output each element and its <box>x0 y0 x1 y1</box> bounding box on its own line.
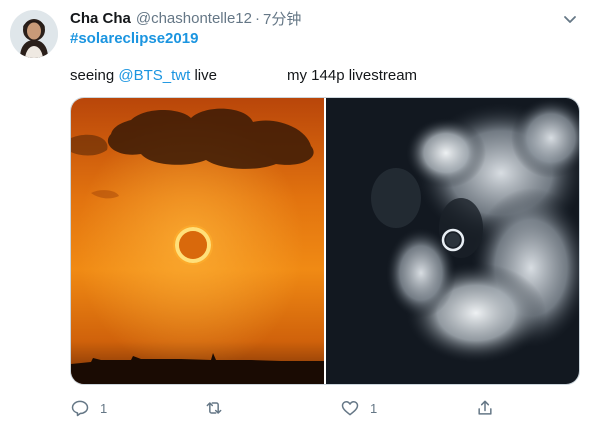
media-grid <box>70 97 580 385</box>
display-name[interactable]: Cha Cha <box>70 10 131 27</box>
heart-icon <box>341 401 359 416</box>
caption-left: seeing @BTS_twt live <box>70 67 217 84</box>
reply-button[interactable]: 1 <box>70 398 107 418</box>
tweet-card: Cha Cha @chashontelle12 · 7分钟 #solarecli… <box>0 0 597 428</box>
retweet-button[interactable] <box>204 398 224 418</box>
share-icon <box>478 400 492 415</box>
avatar[interactable] <box>10 10 58 58</box>
tweet-header: Cha Cha @chashontelle12 · 7分钟 <box>70 8 301 28</box>
hashtag-link[interactable]: #solareclipse2019 <box>70 30 198 47</box>
reply-icon <box>71 400 89 417</box>
retweet-icon <box>206 402 222 414</box>
like-button[interactable]: 1 <box>340 398 377 418</box>
caption-left-suffix: live <box>190 67 217 84</box>
like-count: 1 <box>370 400 378 416</box>
chevron-down-icon[interactable] <box>563 12 577 23</box>
avatar-image <box>10 10 58 58</box>
caption-right: my 144p livestream <box>287 67 418 84</box>
photo-eclipse-sunset[interactable] <box>71 98 324 384</box>
timestamp[interactable]: 7分钟 <box>263 8 301 29</box>
share-button[interactable] <box>475 398 495 418</box>
reply-count: 1 <box>100 400 108 416</box>
caption-left-prefix: seeing <box>70 67 119 84</box>
tweet-actions: 1 1 <box>70 398 578 420</box>
separator: · <box>254 9 260 27</box>
mention-link[interactable]: @BTS_twt <box>118 67 190 84</box>
user-handle[interactable]: @chashontelle12 <box>136 10 252 27</box>
photo-eclipse-livestream[interactable] <box>326 98 579 384</box>
